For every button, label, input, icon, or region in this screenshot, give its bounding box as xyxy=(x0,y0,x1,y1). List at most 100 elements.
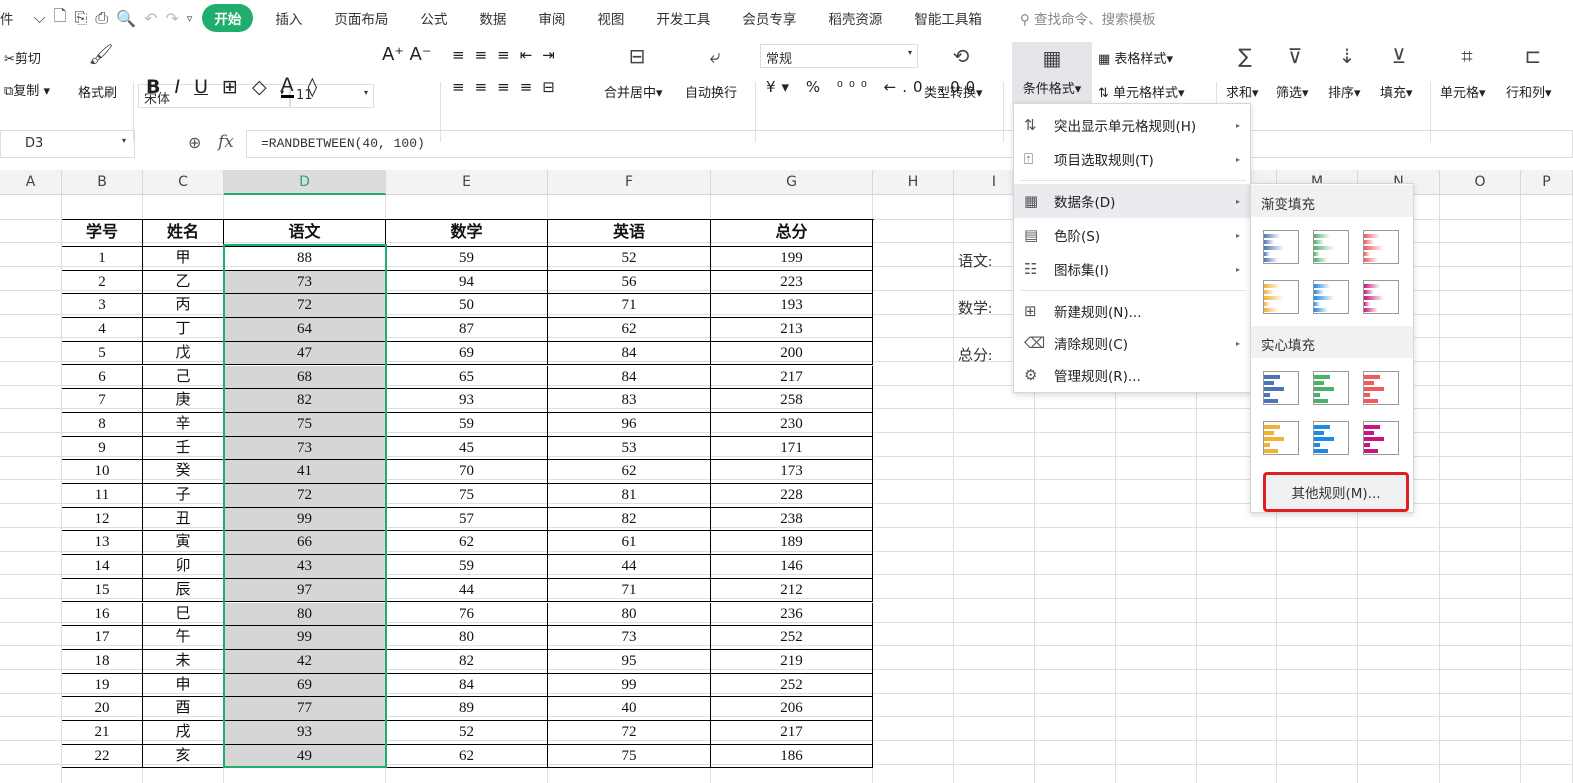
merge-center-button[interactable]: 合并居中▾ xyxy=(604,82,663,101)
solid-data-bar-swatch[interactable] xyxy=(1313,421,1349,455)
table-cell[interactable]: 213 xyxy=(711,318,873,342)
other-rules-button[interactable]: 其他规则(M)... xyxy=(1263,472,1409,512)
command-search[interactable]: ⚲ 查找命令、搜索模板 xyxy=(1020,8,1156,28)
table-cell[interactable]: 206 xyxy=(711,697,873,721)
clear-format-icon[interactable]: ◊ xyxy=(308,76,317,98)
table-cell[interactable]: 75 xyxy=(386,484,548,508)
table-cell[interactable]: 19 xyxy=(62,673,143,698)
column-header-A[interactable]: A xyxy=(0,170,62,195)
column-header-D[interactable]: D xyxy=(224,170,386,195)
tab-view[interactable]: 视图 xyxy=(597,8,624,28)
table-cell[interactable]: 61 xyxy=(548,531,711,556)
table-cell[interactable]: 212 xyxy=(711,578,873,603)
table-header-cell[interactable]: 数学 xyxy=(386,219,548,247)
print-preview-icon[interactable]: 🔍 xyxy=(116,9,136,28)
menu-color-scales[interactable]: ▤ 色阶(S) ▸ xyxy=(1014,218,1250,252)
file-menu[interactable]: 件 xyxy=(0,8,14,28)
menu-manage-rules[interactable]: ⚙ 管理规则(R)... xyxy=(1014,358,1250,392)
gradient-data-bar-swatch[interactable] xyxy=(1363,280,1399,314)
table-cell[interactable]: 2 xyxy=(62,270,143,295)
table-cell[interactable]: 53 xyxy=(548,436,711,461)
table-cell[interactable]: 辛 xyxy=(143,412,224,437)
format-painter-icon[interactable]: 🖌 xyxy=(86,42,116,66)
table-cell[interactable]: 57 xyxy=(386,507,548,532)
table-cell[interactable]: 62 xyxy=(548,460,711,484)
table-cell[interactable]: 84 xyxy=(548,365,711,390)
solid-data-bar-swatch[interactable] xyxy=(1263,371,1299,405)
table-cell[interactable]: 己 xyxy=(143,365,224,390)
horizontal-align-icons[interactable]: ≡≡≡≡⊟ xyxy=(452,78,565,96)
table-cell[interactable]: 193 xyxy=(711,294,873,319)
table-cell[interactable]: 238 xyxy=(711,507,873,532)
table-cell[interactable]: 丑 xyxy=(143,507,224,532)
vertical-align-icons[interactable]: ≡≡≡⇤⇥ xyxy=(452,46,565,64)
table-cell[interactable]: 寅 xyxy=(143,531,224,556)
table-cell[interactable]: 7 xyxy=(62,389,143,413)
table-cell[interactable]: 11 xyxy=(62,484,143,508)
table-cell[interactable]: 80 xyxy=(548,602,711,627)
table-cell[interactable]: 72 xyxy=(548,721,711,745)
table-cell[interactable]: 52 xyxy=(548,247,711,271)
tab-insert[interactable]: 插入 xyxy=(275,8,302,28)
table-cell[interactable]: 171 xyxy=(711,436,873,461)
table-cell[interactable]: 81 xyxy=(548,484,711,508)
table-cell[interactable]: 96 xyxy=(548,412,711,437)
table-cell[interactable]: 子 xyxy=(143,484,224,508)
menu-new-rule[interactable]: ⊞ 新建规则(N)... xyxy=(1014,294,1250,328)
customize-icon[interactable]: ▿ xyxy=(187,12,193,25)
solid-data-bar-swatch[interactable] xyxy=(1363,371,1399,405)
fill-color-icon[interactable]: ◇ xyxy=(252,76,267,98)
gradient-data-bar-swatch[interactable] xyxy=(1313,230,1349,264)
table-cell[interactable]: 巳 xyxy=(143,602,224,627)
table-cell[interactable]: 9 xyxy=(62,436,143,461)
table-cell[interactable]: 252 xyxy=(711,673,873,698)
solid-data-bar-swatch[interactable] xyxy=(1313,371,1349,405)
column-header-B[interactable]: B xyxy=(62,170,143,195)
table-cell[interactable]: 236 xyxy=(711,602,873,627)
table-cell[interactable]: 44 xyxy=(548,555,711,579)
table-cell[interactable]: 94 xyxy=(386,270,548,295)
tab-formulas[interactable]: 公式 xyxy=(420,8,447,28)
table-cell[interactable]: 230 xyxy=(711,412,873,437)
tab-smart-tools[interactable]: 智能工具箱 xyxy=(914,8,982,28)
table-cell[interactable]: 丙 xyxy=(143,294,224,319)
table-cell[interactable]: 12 xyxy=(62,507,143,532)
redo-icon[interactable]: ↷ xyxy=(165,9,178,28)
table-cell[interactable]: 酉 xyxy=(143,697,224,721)
table-cell[interactable]: 15 xyxy=(62,578,143,603)
zoom-formula-icon[interactable]: ⊕ xyxy=(188,133,201,152)
border-icon[interactable]: ⊞ xyxy=(222,76,238,98)
menu-icon-sets[interactable]: ☷ 图标集(I) ▸ xyxy=(1014,252,1250,286)
sum-button[interactable]: 求和▾ xyxy=(1226,82,1259,101)
table-cell[interactable]: 59 xyxy=(386,555,548,579)
table-cell[interactable]: 卯 xyxy=(143,555,224,579)
solid-data-bar-swatch[interactable] xyxy=(1263,421,1299,455)
bold-button[interactable]: B xyxy=(146,76,160,98)
export-icon[interactable]: ⎘ xyxy=(75,8,88,28)
table-header-cell[interactable]: 语文 xyxy=(224,219,386,247)
copy-button[interactable]: ⧉复制 ▾ xyxy=(4,80,50,99)
table-cell[interactable]: 65 xyxy=(386,365,548,390)
merge-icon[interactable]: ⊟ xyxy=(622,44,652,68)
table-cell[interactable]: 89 xyxy=(386,697,548,721)
table-cell[interactable]: 252 xyxy=(711,626,873,650)
gradient-data-bar-swatch[interactable] xyxy=(1313,280,1349,314)
solid-data-bar-swatch[interactable] xyxy=(1363,421,1399,455)
table-cell[interactable]: 未 xyxy=(143,649,224,674)
wrap-icon[interactable]: ⤶ xyxy=(700,44,730,68)
table-cell[interactable]: 52 xyxy=(386,721,548,745)
table-cell[interactable]: 84 xyxy=(548,341,711,366)
table-cell[interactable]: 186 xyxy=(711,744,873,769)
table-cell[interactable]: 5 xyxy=(62,341,143,366)
tab-developer[interactable]: 开发工具 xyxy=(656,8,710,28)
save-icon[interactable]: 🗋 xyxy=(54,5,67,32)
table-cell[interactable]: 73 xyxy=(548,626,711,650)
table-cell[interactable]: 戊 xyxy=(143,341,224,366)
menu-top-bottom-rules[interactable]: ⍐ 项目选取规则(T) ▸ xyxy=(1014,142,1250,176)
table-cell[interactable]: 亥 xyxy=(143,744,224,769)
formula-input[interactable]: =RANDBETWEEN(40, 100) xyxy=(246,130,1573,158)
print-icon[interactable]: ⎙ xyxy=(95,8,108,28)
fill-button[interactable]: 填充▾ xyxy=(1380,82,1413,101)
table-cell[interactable]: 71 xyxy=(548,294,711,319)
table-cell[interactable]: 76 xyxy=(386,602,548,627)
